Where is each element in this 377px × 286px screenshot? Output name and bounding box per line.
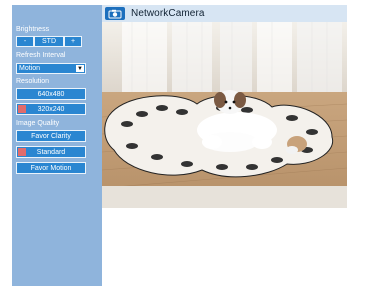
resolution-option-320x240[interactable]: 320x240 <box>16 103 86 115</box>
resolution-option-label: 320x240 <box>37 105 65 113</box>
camera-icon <box>105 7 125 20</box>
quality-option-favor-motion[interactable]: Favor Motion <box>16 162 86 174</box>
brightness-value: STD <box>34 36 64 47</box>
brightness-increase-button[interactable]: + <box>64 36 82 47</box>
resolution-option-640x480[interactable]: 640x480 <box>16 88 86 100</box>
app-title: NetworkCamera <box>131 8 205 19</box>
selected-marker-icon <box>18 148 26 156</box>
title-bar: NetworkCamera <box>102 5 347 22</box>
refresh-interval-select[interactable]: Motion ▼ <box>16 63 86 74</box>
refresh-interval-value: Motion <box>19 65 41 72</box>
quality-option-favor-clarity[interactable]: Favor Clarity <box>16 130 86 142</box>
camera-feed-image <box>102 22 347 208</box>
image-quality-label: Image Quality <box>16 120 60 127</box>
quality-option-label: Standard <box>36 148 66 156</box>
brightness-decrease-button[interactable]: - <box>16 36 34 47</box>
main-empty-area <box>102 208 377 286</box>
camera-feed <box>102 22 347 208</box>
quality-option-standard[interactable]: Standard <box>16 146 86 158</box>
refresh-interval-label: Refresh Interval <box>16 52 66 59</box>
dropdown-arrow-icon[interactable]: ▼ <box>76 65 84 72</box>
brightness-label: Brightness <box>16 26 50 33</box>
selected-marker-icon <box>18 105 26 113</box>
resolution-label: Resolution <box>16 78 50 85</box>
